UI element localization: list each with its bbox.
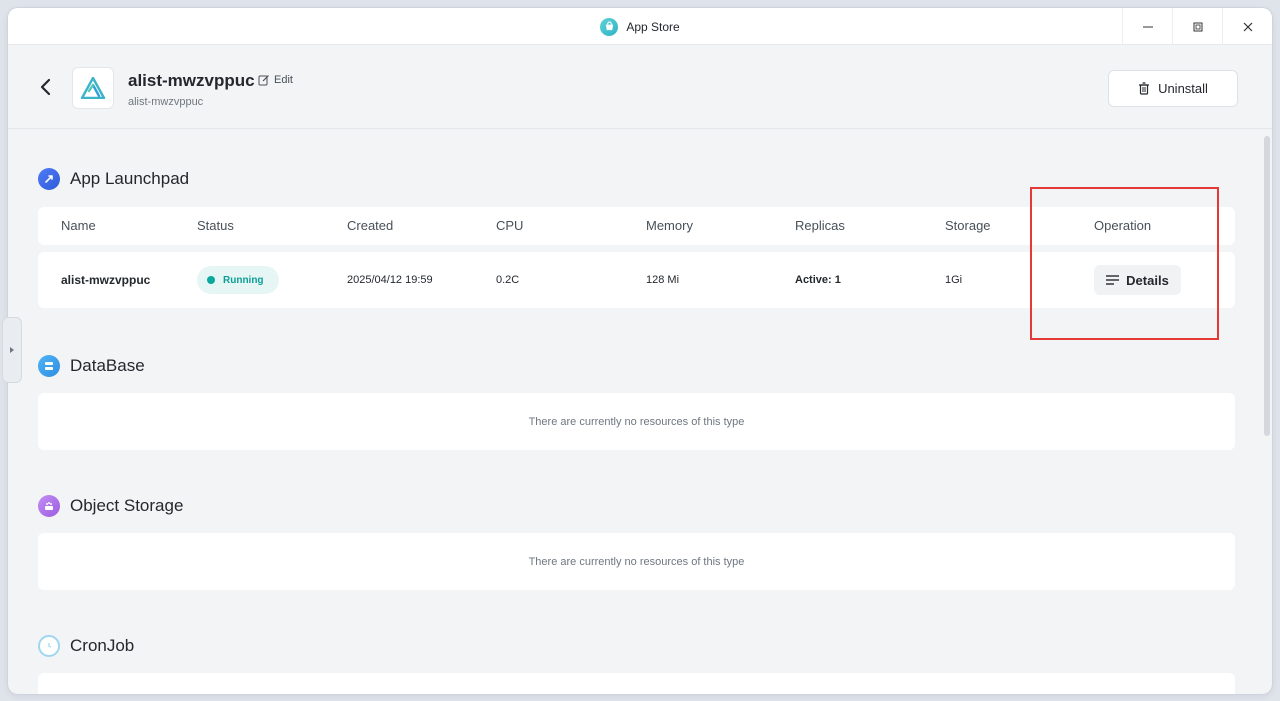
status-badge: Running [197,266,279,294]
cronjob-table [38,673,1235,694]
trash-icon [1139,82,1150,95]
column-header-storage: Storage [945,218,991,233]
chevron-left-icon [40,78,51,96]
column-header-cpu: CPU [496,218,524,233]
edit-button[interactable]: Edit [258,74,293,86]
cronjob-title: CronJob [70,636,135,655]
minimize-button[interactable] [1122,8,1172,45]
column-header-name: Name [61,218,96,233]
object-storage-empty-state: There are currently no resources of this… [38,533,1235,590]
database-title: DataBase [70,356,145,375]
details-label: Details [1126,272,1169,288]
window-controls [1122,8,1272,45]
object-storage-title: Object Storage [70,496,184,515]
rocket-icon [38,168,60,190]
edit-icon [258,75,269,86]
table-row: alist-mwzvppuc Running 2025/04/12 19:59 … [38,252,1235,308]
database-icon [38,355,60,377]
app-name: alist-mwzvppuc [128,71,255,90]
row-storage: 1Gi [945,274,963,286]
database-empty-state: There are currently no resources of this… [38,393,1235,450]
caret-right-icon [10,347,14,353]
app-detail-header: alist-mwzvppuc Edit alist-mwzvppuc Unins… [8,45,1272,129]
clock-icon [38,635,60,657]
app-store-window: App Store alist-mwzvppuc Edit alist-mwzv… [8,8,1272,694]
edit-label: Edit [274,74,293,86]
column-header-status: Status [197,218,234,233]
title-bar: App Store [8,8,1272,45]
section-title-cronjob: CronJob [38,635,134,657]
maximize-button[interactable] [1172,8,1222,45]
uninstall-button[interactable]: Uninstall [1108,70,1238,107]
launchpad-title: App Launchpad [70,169,190,188]
vertical-scrollbar[interactable] [1264,130,1270,694]
section-title-launchpad: App Launchpad [38,168,189,190]
alist-logo-icon [80,77,106,99]
close-icon [1243,22,1252,31]
app-logo [72,67,114,109]
row-replicas: Active: 1 [795,274,841,286]
window-title: App Store [626,19,680,34]
column-header-created: Created [347,218,394,233]
scroll-thumb[interactable] [1264,136,1270,436]
launchpad-table-header: Name Status Created CPU Memory Replicas … [38,207,1235,245]
maximize-icon [1193,22,1202,31]
back-button[interactable] [34,75,58,99]
close-button[interactable] [1222,8,1272,45]
resource-content: App Launchpad Name Status Created CPU Me… [8,130,1272,694]
object-storage-icon [38,495,60,517]
row-name: alist-mwzvppuc [61,273,151,287]
row-created: 2025/04/12 19:59 [347,274,433,286]
details-button[interactable]: Details [1094,265,1181,295]
uninstall-label: Uninstall [1158,81,1208,96]
app-store-icon [600,17,619,36]
status-dot-icon [207,276,215,284]
side-panel-toggle[interactable] [2,317,22,383]
row-cpu: 0.2C [496,274,520,286]
section-title-object-storage: Object Storage [38,495,183,517]
column-header-replicas: Replicas [795,218,845,233]
minimize-icon [1142,26,1153,27]
row-memory: 128 Mi [646,274,680,286]
section-title-database: DataBase [38,355,145,377]
list-icon [1106,275,1120,285]
column-header-memory: Memory [646,218,693,233]
status-label: Running [223,274,264,286]
column-header-operation: Operation [1094,218,1152,233]
app-subtitle: alist-mwzvppuc [128,96,204,108]
window-title-group: App Store [8,8,1272,45]
